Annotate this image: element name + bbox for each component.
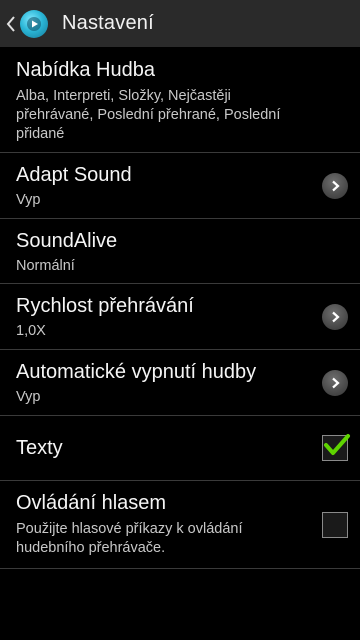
- auto-off-open-button[interactable]: [322, 369, 348, 396]
- setting-summary: Normální: [16, 258, 75, 274]
- checkbox-checked[interactable]: [322, 434, 350, 461]
- setting-summary: Alba, Interpreti, Složky, Nejčastěji pře…: [16, 88, 281, 142]
- music-player-icon[interactable]: [20, 9, 48, 38]
- setting-playback-speed[interactable]: Rychlost přehrávání 1,0X: [0, 284, 360, 350]
- lyrics-checkbox[interactable]: [322, 434, 350, 461]
- chevron-right-icon[interactable]: [322, 172, 348, 199]
- settings-list: Nabídka Hudba Alba, Interpreti, Složky, …: [0, 47, 360, 569]
- setting-soundalive[interactable]: SoundAlive Normální: [0, 219, 360, 284]
- setting-title: Texty: [16, 437, 63, 459]
- checkmark-icon: [321, 430, 351, 465]
- settings-screen: Nastavení Nabídka Hudba Alba, Interpreti…: [0, 0, 360, 640]
- action-bar: Nastavení: [0, 0, 360, 47]
- checkbox-unchecked[interactable]: [322, 511, 348, 538]
- page-title: Nastavení: [62, 12, 154, 34]
- setting-lyrics[interactable]: Texty: [0, 416, 360, 481]
- chevron-right-icon[interactable]: [322, 369, 348, 396]
- setting-title: Rychlost přehrávání: [16, 295, 194, 317]
- chevron-left-icon[interactable]: [6, 15, 16, 32]
- setting-title: Automatické vypnutí hudby: [16, 361, 257, 383]
- adapt-sound-open-button[interactable]: [322, 172, 348, 199]
- setting-title: SoundAlive: [16, 230, 118, 252]
- setting-title: Nabídka Hudba: [16, 59, 155, 81]
- setting-adapt-sound[interactable]: Adapt Sound Vyp: [0, 153, 360, 219]
- setting-summary: Použijte hlasové příkazy k ovládání hude…: [16, 521, 243, 556]
- setting-music-menu[interactable]: Nabídka Hudba Alba, Interpreti, Složky, …: [0, 47, 360, 153]
- setting-auto-off[interactable]: Automatické vypnutí hudby Vyp: [0, 350, 360, 416]
- setting-title: Adapt Sound: [16, 164, 132, 186]
- chevron-right-icon[interactable]: [322, 303, 348, 330]
- back-button[interactable]: [0, 0, 62, 47]
- playback-speed-open-button[interactable]: [322, 303, 348, 330]
- setting-voice-control[interactable]: Ovládání hlasem Použijte hlasové příkazy…: [0, 481, 360, 569]
- setting-title: Ovládání hlasem: [16, 492, 167, 514]
- setting-summary: Vyp: [16, 192, 41, 208]
- voice-control-checkbox[interactable]: [322, 511, 348, 538]
- setting-summary: Vyp: [16, 389, 41, 405]
- setting-summary: 1,0X: [16, 323, 46, 339]
